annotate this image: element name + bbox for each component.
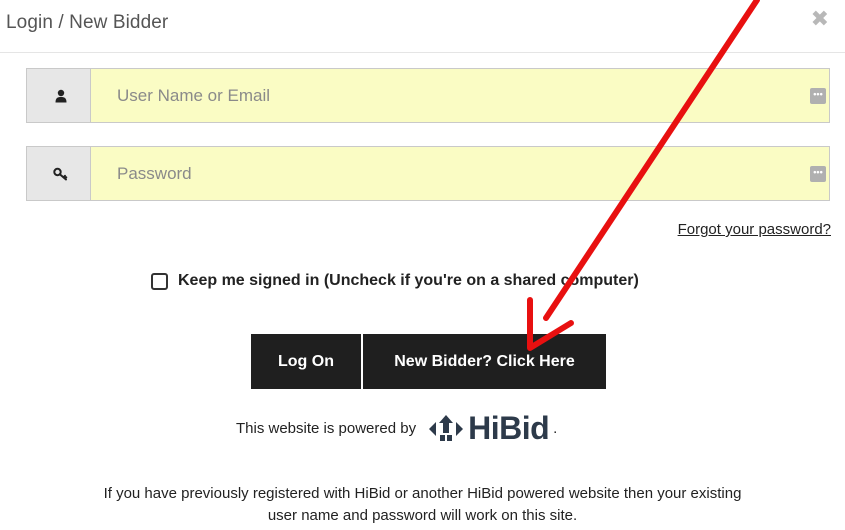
hibid-logo: HiBid (428, 410, 550, 447)
forgot-password-link[interactable]: Forgot your password? (678, 221, 831, 238)
remember-checkbox[interactable] (151, 272, 168, 290)
brand-name: HiBid (468, 410, 550, 446)
close-icon[interactable]: ✖ (811, 6, 829, 32)
remember-me[interactable]: Keep me signed in (Uncheck if you're on … (151, 272, 639, 290)
hibid-logo-icon (429, 414, 464, 441)
new-bidder-button[interactable]: New Bidder? Click Here (363, 334, 606, 389)
password-field-wrap: ••• (90, 146, 830, 201)
username-addon (26, 68, 96, 123)
powered-suffix: . (553, 420, 558, 437)
username-group: ••• (26, 68, 830, 123)
password-input[interactable] (91, 147, 829, 200)
powered-text: This website is powered by (236, 420, 417, 437)
username-input[interactable] (91, 69, 829, 122)
info-text: If you have previously registered with H… (0, 483, 845, 527)
powered-by: This website is powered by HiBid . (236, 410, 557, 447)
login-dialog: Login / New Bidder ✖ ••• ••• Forgot your (0, 0, 845, 530)
info-line-2: user name and password will work on this… (267, 507, 578, 524)
remember-label: Keep me signed in (Uncheck if you're on … (178, 272, 639, 289)
password-addon (26, 146, 96, 201)
log-on-button[interactable]: Log On (251, 334, 361, 389)
username-field-wrap: ••• (90, 68, 830, 123)
password-group: ••• (26, 146, 830, 201)
dialog-title: Login / New Bidder (6, 12, 169, 33)
user-icon (55, 89, 67, 102)
key-icon (53, 167, 68, 180)
dialog-header: Login / New Bidder ✖ (0, 0, 845, 53)
password-manager-icon[interactable]: ••• (810, 88, 826, 104)
info-line-1: If you have previously registered with H… (103, 485, 742, 502)
password-manager-icon[interactable]: ••• (810, 166, 826, 182)
